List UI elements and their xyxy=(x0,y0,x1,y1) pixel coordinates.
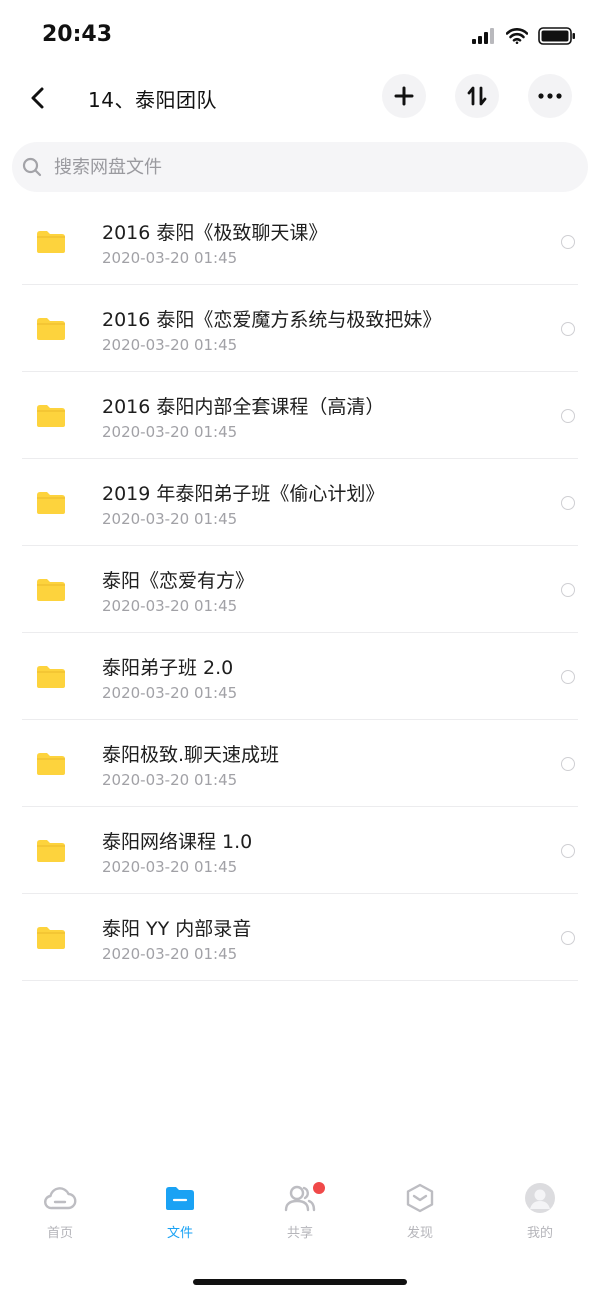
wifi-icon xyxy=(506,28,528,44)
file-date: 2020-03-20 01:45 xyxy=(102,597,238,615)
nav-header: 14、泰阳团队 xyxy=(0,70,600,126)
file-date: 2020-03-20 01:45 xyxy=(102,945,238,963)
file-row[interactable]: 2016 泰阳《极致聊天课》 2020-03-20 01:45 xyxy=(0,198,600,285)
folder-icon xyxy=(37,666,65,688)
tab-home[interactable]: 首页 xyxy=(20,1180,100,1241)
tab-files[interactable]: 文件 xyxy=(140,1180,220,1241)
file-name: 泰阳网络课程 1.0 xyxy=(102,831,253,853)
page-title: 14、泰阳团队 xyxy=(88,88,217,112)
tab-label: 首页 xyxy=(46,1226,73,1241)
notification-badge xyxy=(313,1182,325,1194)
sort-icon xyxy=(467,86,487,106)
folder-icon xyxy=(37,318,65,340)
search-bar[interactable] xyxy=(12,142,588,192)
folder-icon xyxy=(37,492,65,514)
file-row[interactable]: 2016 泰阳内部全套课程（高清） 2020-03-20 01:45 xyxy=(0,372,600,459)
home-indicator xyxy=(193,1279,407,1285)
folder-icon xyxy=(37,231,65,253)
people-icon xyxy=(284,1185,316,1212)
file-name: 2016 泰阳《恋爱魔方系统与极致把妹》 xyxy=(102,309,442,331)
back-button[interactable] xyxy=(22,80,52,116)
avatar-icon xyxy=(525,1183,555,1213)
select-radio[interactable] xyxy=(561,409,575,423)
search-icon xyxy=(22,157,42,177)
file-row[interactable]: 泰阳《恋爱有方》 2020-03-20 01:45 xyxy=(0,546,600,633)
tab-me[interactable]: 我的 xyxy=(500,1180,580,1241)
file-name: 2019 年泰阳弟子班《偷心计划》 xyxy=(102,483,385,505)
file-row[interactable]: 泰阳网络课程 1.0 2020-03-20 01:45 xyxy=(0,807,600,894)
select-radio[interactable] xyxy=(561,844,575,858)
file-name: 泰阳 YY 内部录音 xyxy=(102,918,252,940)
status-time: 20:43 xyxy=(42,22,113,47)
discover-icon xyxy=(406,1183,434,1213)
select-radio[interactable] xyxy=(561,670,575,684)
file-row[interactable]: 泰阳极致.聊天速成班 2020-03-20 01:45 xyxy=(0,720,600,807)
file-date: 2020-03-20 01:45 xyxy=(102,249,238,267)
tab-discover[interactable]: 发现 xyxy=(380,1180,460,1241)
file-name: 泰阳弟子班 2.0 xyxy=(102,657,234,679)
signal-icon xyxy=(472,28,494,44)
file-date: 2020-03-20 01:45 xyxy=(102,510,238,528)
file-date: 2020-03-20 01:45 xyxy=(102,858,238,876)
file-name: 2016 泰阳内部全套课程（高清） xyxy=(102,396,385,418)
folder-icon xyxy=(166,1187,194,1210)
file-date: 2020-03-20 01:45 xyxy=(102,684,238,702)
folder-icon xyxy=(37,840,65,862)
select-radio[interactable] xyxy=(561,931,575,945)
plus-icon xyxy=(394,86,414,106)
chevron-left-icon xyxy=(31,87,44,109)
file-row[interactable]: 泰阳 YY 内部录音 2020-03-20 01:45 xyxy=(0,894,600,981)
select-radio[interactable] xyxy=(561,583,575,597)
select-radio[interactable] xyxy=(561,322,575,336)
select-radio[interactable] xyxy=(561,235,575,249)
search-input[interactable] xyxy=(52,155,536,179)
tab-label: 我的 xyxy=(526,1226,553,1241)
file-date: 2020-03-20 01:45 xyxy=(102,423,238,441)
folder-icon xyxy=(37,579,65,601)
tab-bar: 首页 文件 共享 发现 我的 xyxy=(0,1180,600,1250)
tab-share[interactable]: 共享 xyxy=(260,1180,340,1241)
file-row[interactable]: 2019 年泰阳弟子班《偷心计划》 2020-03-20 01:45 xyxy=(0,459,600,546)
status-icons xyxy=(472,24,576,48)
status-bar: 20:43 xyxy=(0,0,600,70)
select-radio[interactable] xyxy=(561,496,575,510)
folder-icon xyxy=(37,753,65,775)
folder-icon xyxy=(37,405,65,427)
file-name: 泰阳《恋爱有方》 xyxy=(102,570,255,592)
add-button[interactable] xyxy=(382,74,426,118)
tab-label: 文件 xyxy=(166,1226,193,1241)
tab-label: 共享 xyxy=(286,1226,313,1241)
file-row[interactable]: 泰阳弟子班 2.0 2020-03-20 01:45 xyxy=(0,633,600,720)
file-name: 泰阳极致.聊天速成班 xyxy=(102,744,280,766)
file-list: 2016 泰阳《极致聊天课》 2020-03-20 01:45 2016 泰阳《… xyxy=(0,198,600,981)
tab-label: 发现 xyxy=(406,1226,433,1241)
select-radio[interactable] xyxy=(561,757,575,771)
more-button[interactable] xyxy=(528,74,572,118)
cloud-icon xyxy=(44,1187,77,1210)
folder-icon xyxy=(37,927,65,949)
more-dots-icon xyxy=(538,93,562,99)
file-date: 2020-03-20 01:45 xyxy=(102,771,238,789)
file-date: 2020-03-20 01:45 xyxy=(102,336,238,354)
sort-button[interactable] xyxy=(455,74,499,118)
file-row[interactable]: 2016 泰阳《恋爱魔方系统与极致把妹》 2020-03-20 01:45 xyxy=(0,285,600,372)
battery-icon xyxy=(538,27,575,45)
file-name: 2016 泰阳《极致聊天课》 xyxy=(102,222,328,244)
